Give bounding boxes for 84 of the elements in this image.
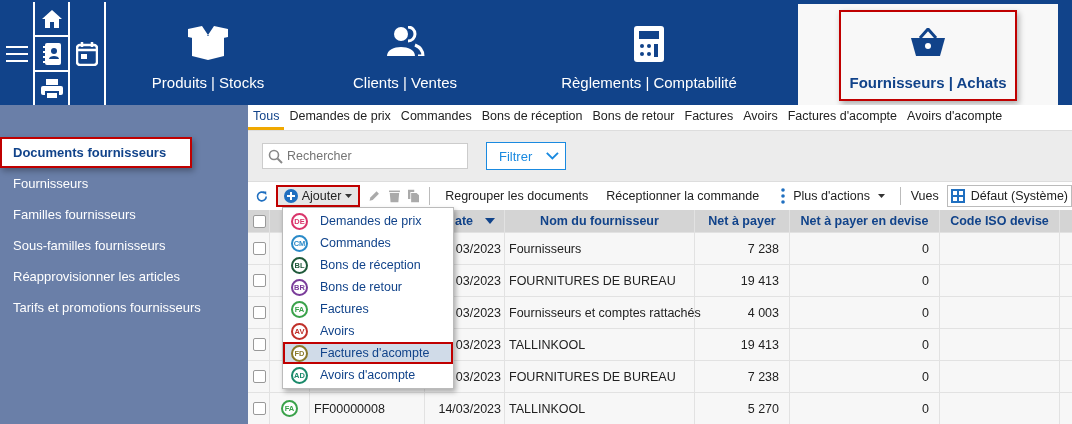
document-tab[interactable]: Factures d'acompte [782,105,903,130]
table-cell: 0 [922,305,929,320]
kebab-icon [781,188,786,204]
calculator-icon [634,26,664,62]
search-icon [268,149,283,164]
module-tab[interactable]: Produits | Stocks [106,2,310,105]
address-book-icon [41,41,62,66]
column-header[interactable]: Nom du fournisseur [540,214,659,228]
table-cell: 0 [922,337,929,352]
table-cell: 03/2023 [455,369,501,384]
module-label: Fournisseurs | Achats [849,74,1007,91]
row-checkbox[interactable] [253,242,266,255]
sidebar-item[interactable]: Familles fournisseurs [0,199,248,230]
sort-down-icon[interactable] [485,218,496,224]
sidebar-item[interactable]: Sous-familles fournisseurs [0,230,248,261]
table-cell: Fournisseurs [509,241,582,256]
home-icon [40,8,63,29]
module-label: Clients | Ventes [353,74,457,91]
table-cell: 0 [922,241,929,256]
module-label: Produits | Stocks [151,74,265,91]
action-button[interactable]: Regrouper les documents [440,189,594,203]
table-cell: 7 238 [747,369,779,384]
caret-icon [877,194,885,198]
sidebar-item[interactable]: Documents fournisseurs [0,137,192,168]
refresh-icon[interactable] [256,188,268,204]
row-checkbox[interactable] [253,402,266,415]
document-tab[interactable]: Factures [679,105,739,130]
table-cell: FF00000008 [314,401,385,416]
action-button[interactable]: Réceptionner la commande [601,189,765,203]
chevron-down-icon [546,151,559,161]
table-cell: 03/2023 [455,337,501,352]
views-label: Vues [910,189,939,203]
sidebar-item[interactable]: Fournisseurs [0,168,248,199]
table-cell: 0 [922,401,929,416]
column-header[interactable]: Net à payer en devise [800,214,929,228]
users-icon [385,26,425,56]
table-cell: 19 413 [740,273,779,288]
printer-icon [39,77,64,100]
sidebar-item[interactable]: Tarifs et promotions fournisseurs [0,292,248,323]
table-cell: TALLINKOOL [509,337,586,352]
module-tab[interactable]: Règlements | Comptabilité [500,2,798,105]
row-checkbox[interactable] [253,370,266,383]
document-tab[interactable]: Commandes [395,105,477,130]
caret-icon [345,194,353,198]
module-label: Règlements | Comptabilité [561,74,737,91]
basket-icon [911,28,945,56]
table-cell: 03/2023 [455,273,501,288]
add-button[interactable]: Ajouter [275,185,361,207]
plus-circle-icon [283,189,298,203]
table-cell: 7 238 [747,241,779,256]
more-actions-button[interactable]: Plus d'actions [776,188,890,204]
calendar-icon [76,41,98,66]
view-select[interactable]: Défaut (Système) [946,185,1072,207]
row-checkbox[interactable] [253,306,266,319]
select-all-checkbox[interactable] [253,214,266,228]
document-tab[interactable]: Avoirs [738,105,783,130]
table-cell: Fournisseurs et comptes rattachés [509,305,701,320]
table-cell: 03/2023 [455,241,501,256]
sidebar-item[interactable]: Réapprovisionner les articles [0,261,248,292]
row-checkbox[interactable] [253,274,266,287]
table-cell: FOURNITURES DE BUREAU [509,273,676,288]
table-cell: 03/2023 [455,305,501,320]
row-checkbox[interactable] [253,338,266,351]
menu-icon [5,45,28,62]
table-cell: 5 270 [747,401,779,416]
document-tab[interactable]: Bons de retour [587,105,680,130]
search-field[interactable]: Rechercher [262,143,468,169]
table-cell: 14/03/2023 [438,401,501,416]
column-header[interactable]: Code ISO devise [950,214,1049,228]
document-tab[interactable]: Demandes de prix [284,105,396,130]
table-cell: 19 413 [740,337,779,352]
table-cell: FOURNITURES DE BUREAU [509,369,676,384]
table-cell: 4 003 [747,305,779,320]
table-cell: TALLINKOOL [509,401,586,416]
document-tab[interactable]: Avoirs d'acompte [902,105,1008,130]
table-cell: 0 [922,369,929,384]
filter-button[interactable]: Filtrer [486,142,566,170]
table-cell: 0 [922,273,929,288]
module-tab[interactable]: Clients | Ventes [310,2,500,105]
column-header[interactable]: Net à payer [708,214,776,228]
module-tab[interactable]: Fournisseurs | Achats [798,4,1058,105]
column-header[interactable]: ate [455,214,474,228]
grid-icon [950,189,965,203]
document-tab[interactable]: Bons de réception [476,105,588,130]
